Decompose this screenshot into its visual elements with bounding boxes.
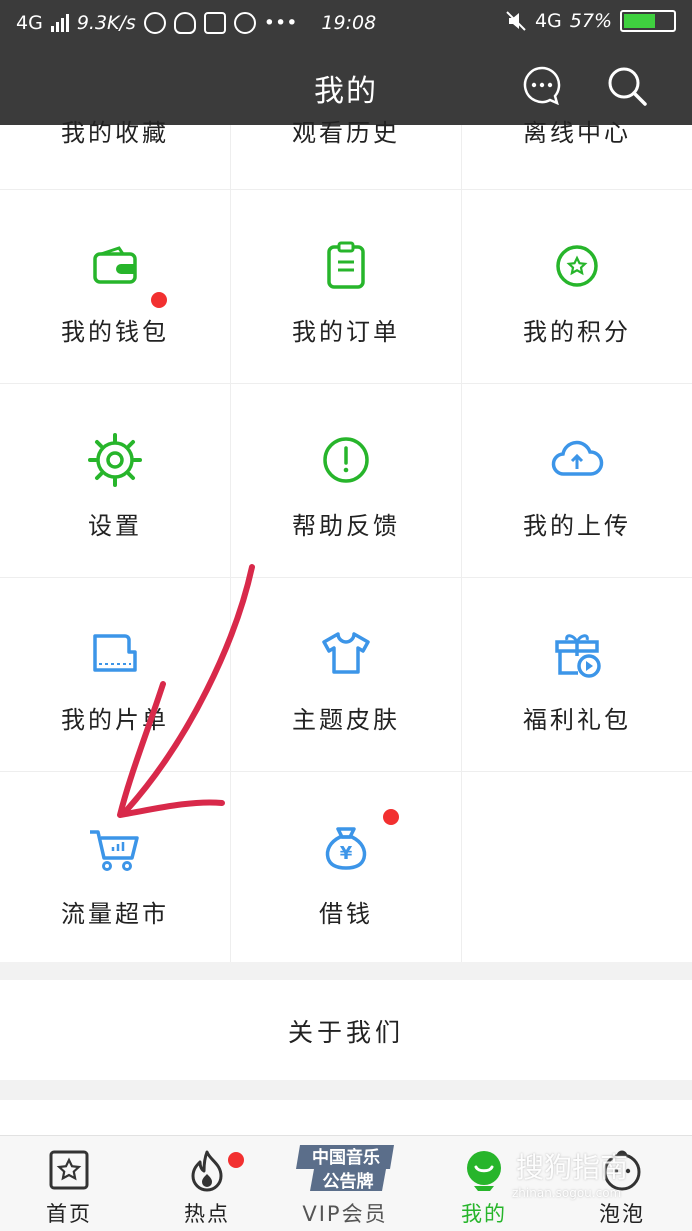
grid-item-label: 我的片单 — [61, 706, 169, 734]
grid-row: 我的片单 主题皮肤 福利礼包 — [0, 578, 692, 772]
grid-item-data-market[interactable]: 流量超市 — [0, 772, 231, 965]
grid-row: 我的钱包 我的订单 我的积分 — [0, 190, 692, 384]
shopping-cart-icon — [90, 830, 139, 871]
section-divider — [0, 1080, 692, 1100]
grid-item-help[interactable]: 帮助反馈 — [231, 384, 462, 577]
battery-percent: 57% — [569, 10, 612, 32]
grid-item-points[interactable]: 我的积分 — [462, 190, 692, 383]
grid-item-orders[interactable]: 我的订单 — [231, 190, 462, 383]
grid-item-label: 我的收藏 — [61, 119, 169, 147]
grid-item-playlist[interactable]: 我的片单 — [0, 578, 231, 771]
badge-dot — [383, 809, 399, 825]
network-speed: 9.3K/s — [76, 12, 136, 34]
sync-icon — [143, 12, 166, 34]
grid-item-label: 主题皮肤 — [292, 706, 400, 734]
battery-icon — [620, 10, 676, 32]
grid-item-label: 帮助反馈 — [292, 512, 400, 540]
grid-item-label: 观看历史 — [292, 119, 400, 147]
about-us-label: 关于我们 — [287, 1018, 404, 1047]
grid-item-label: 设置 — [88, 512, 142, 540]
vip-logo-line2: 公告牌 — [323, 1171, 374, 1192]
cloud-upload-icon — [551, 440, 604, 476]
badge-dot — [228, 1152, 244, 1168]
grid-item-uploads[interactable]: 我的上传 — [462, 384, 692, 577]
mute-icon — [506, 11, 526, 31]
chat-bubble-icon[interactable] — [522, 65, 562, 105]
more-notifications: ••• — [263, 12, 298, 34]
vip-logo-line1: 中国音乐 — [312, 1147, 380, 1168]
search-icon[interactable] — [606, 65, 648, 107]
grid-item-gifts[interactable]: 福利礼包 — [462, 578, 692, 771]
network-type-right: 4G — [534, 10, 562, 32]
tab-label: 我的 — [461, 1202, 507, 1226]
tab-label: 热点 — [184, 1202, 230, 1226]
clock: 19:08 — [321, 12, 377, 34]
grid-item-history[interactable]: 观看历史 — [231, 119, 462, 189]
exclamation-circle-icon — [323, 437, 369, 483]
watermark: 搜狗指南 — [516, 1151, 629, 1184]
grid-item-wallet[interactable]: 我的钱包 — [0, 190, 231, 383]
wechat-icon — [233, 12, 256, 34]
qq-icon — [173, 12, 196, 34]
grid-row: 设置 帮助反馈 我的上传 — [0, 384, 692, 578]
grid-item-label: 离线中心 — [523, 119, 631, 147]
home-star-icon — [49, 1150, 89, 1190]
section-divider — [0, 962, 692, 980]
money-bag-icon: ¥ — [325, 827, 367, 870]
profile-icon — [467, 1151, 501, 1191]
tab-hot[interactable]: 热点 — [138, 1136, 276, 1231]
grid-item-label: 我的积分 — [523, 318, 631, 346]
clipboard-icon — [327, 241, 365, 289]
page-title: 我的 — [314, 74, 378, 109]
grid-item-offline[interactable]: 离线中心 — [462, 119, 692, 189]
network-type-label: 4G — [16, 12, 43, 34]
grid-item-label: 我的钱包 — [61, 318, 169, 346]
grid-item-themes[interactable]: 主题皮肤 — [231, 578, 462, 771]
tab-label: VIP会员 — [302, 1202, 388, 1226]
grid-item-empty — [462, 772, 692, 965]
star-coin-icon — [556, 245, 598, 287]
about-us-item[interactable]: 关于我们 — [0, 980, 692, 1080]
tab-label: 泡泡 — [599, 1202, 645, 1226]
grid-item-label: 借钱 — [319, 900, 373, 928]
gear-icon — [88, 433, 142, 487]
vip-logo-icon: 中国音乐 公告牌 — [296, 1145, 394, 1192]
grid-item-label: 福利礼包 — [523, 706, 631, 734]
badge-dot — [151, 292, 167, 308]
signal-icon — [50, 14, 69, 32]
flame-icon — [191, 1150, 223, 1192]
grid-item-borrow[interactable]: ¥ 借钱 — [231, 772, 462, 965]
status-bar: 4G 9.3K/s ••• 19:08 4G 57% — [0, 0, 692, 48]
gift-play-icon — [555, 634, 601, 678]
svg-text:¥: ¥ — [340, 843, 353, 864]
film-list-icon — [93, 634, 137, 672]
grid-item-settings[interactable]: 设置 — [0, 384, 231, 577]
s-app-icon — [203, 12, 226, 34]
wallet-icon — [93, 246, 137, 284]
grid-row: 流量超市 ¥ 借钱 — [0, 772, 692, 966]
tshirt-icon — [322, 632, 370, 674]
grid-row-partial: 我的收藏 观看历史 离线中心 — [0, 119, 692, 190]
grid-item-label: 我的上传 — [523, 512, 631, 540]
grid-item-label: 流量超市 — [61, 900, 169, 928]
feature-grid: 我的收藏 观看历史 离线中心 我的钱包 我的订单 我的积分 设置 帮助反馈 我的… — [0, 119, 692, 966]
watermark-url: zhinan.sogou.com — [512, 1186, 622, 1200]
grid-item-favorites[interactable]: 我的收藏 — [0, 119, 231, 189]
grid-item-label: 我的订单 — [292, 318, 400, 346]
tab-label: 首页 — [46, 1202, 92, 1226]
tab-home[interactable]: 首页 — [0, 1136, 138, 1231]
